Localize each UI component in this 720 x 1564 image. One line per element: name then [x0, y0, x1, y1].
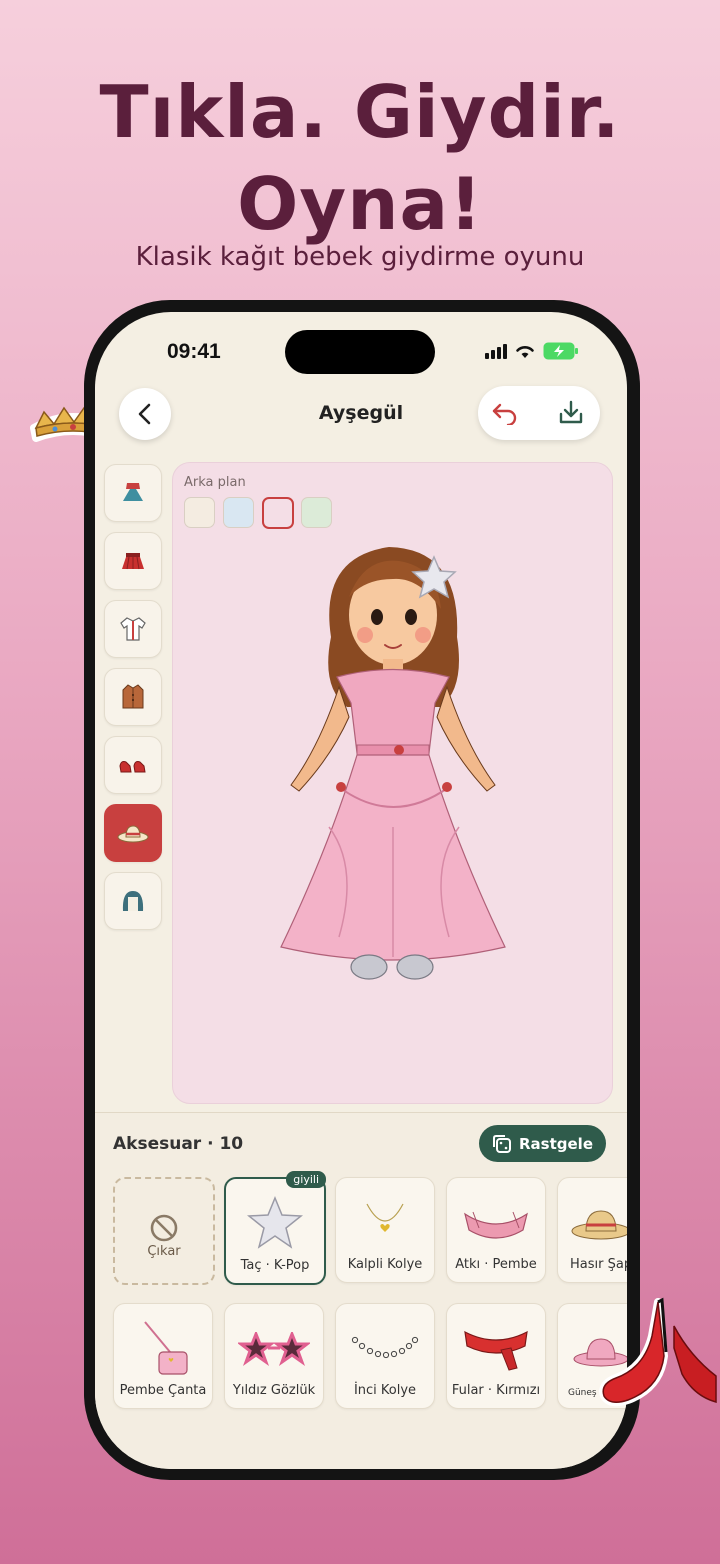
category-shirt[interactable] — [104, 600, 162, 658]
shirt-icon — [120, 617, 146, 641]
undo-button[interactable] — [488, 396, 522, 430]
swatch-cream[interactable] — [184, 497, 215, 528]
dynamic-island — [285, 330, 435, 374]
star-crown-icon — [246, 1196, 304, 1249]
remove-accessory-button[interactable]: Çıkar — [113, 1177, 215, 1285]
subtitle: Klasik kağıt bebek giydirme oyunu — [135, 242, 585, 272]
hat-icon — [117, 825, 149, 843]
straw-hat-icon — [571, 1210, 627, 1240]
download-icon — [559, 400, 583, 424]
pink-bag-icon — [144, 1321, 188, 1375]
wifi-icon — [516, 346, 534, 358]
random-label: Rastgele — [519, 1134, 593, 1153]
signal-icon — [485, 343, 507, 359]
accessory-tile[interactable]: Fular · Kırmızı — [446, 1303, 546, 1409]
worn-badge: giyili — [286, 1171, 326, 1188]
shoes-icon — [119, 761, 146, 773]
accessory-label: Pembe Çanta — [119, 1383, 207, 1398]
accessory-tile[interactable]: Atkı · Pembe — [446, 1177, 546, 1283]
category-dress[interactable] — [104, 464, 162, 522]
red-heels-sticker-icon — [599, 1297, 717, 1407]
status-time: 09:41 — [167, 340, 221, 363]
battery-icon — [543, 342, 578, 360]
red-scarf-icon — [464, 1330, 528, 1371]
status-icons — [485, 342, 579, 360]
pearl-necklace-icon — [351, 1336, 419, 1359]
app-screen: 09:41 Ayşegül Arka plan Aksesuar · 10 Ra… — [95, 312, 627, 1469]
paper-doll[interactable] — [269, 527, 519, 997]
accessory-label: İnci Kolye — [353, 1383, 417, 1398]
star-glasses-icon — [238, 1332, 310, 1366]
hair-icon — [122, 891, 144, 911]
accessory-title: Aksesuar · 10 — [113, 1134, 244, 1154]
dress-icon — [123, 483, 143, 501]
remove-icon — [150, 1214, 178, 1242]
undo-icon — [492, 403, 517, 425]
background-label: Arka plan — [184, 475, 246, 490]
accessory-label: Hasır Şapka — [570, 1257, 627, 1272]
accessory-label: Atkı · Pembe — [455, 1257, 537, 1272]
action-pill — [478, 386, 600, 440]
accessory-label: Taç · K-Pop — [240, 1258, 310, 1273]
accessory-tile[interactable]: giyili Taç · K-Pop — [224, 1171, 326, 1285]
accessory-label: Kalpli Kolye — [347, 1257, 423, 1272]
headline-line-1: Tıkla. Giydir. — [99, 70, 621, 154]
accessory-tile[interactable]: Hasır Şapka — [557, 1177, 627, 1283]
accessory-label: Fular · Kırmızı — [451, 1383, 541, 1398]
heart-necklace-icon — [366, 1203, 404, 1232]
download-button[interactable] — [554, 396, 588, 430]
accessory-tile[interactable]: Pembe Çanta — [113, 1303, 213, 1409]
accessory-tile[interactable]: Kalpli Kolye — [335, 1177, 435, 1283]
category-hat[interactable] — [104, 804, 162, 862]
swatch-pink-selected[interactable] — [262, 497, 294, 529]
remove-label: Çıkar — [147, 1244, 181, 1259]
category-hair[interactable] — [104, 872, 162, 930]
skirt-icon — [122, 553, 144, 570]
headline-line-2: Oyna! — [237, 162, 483, 246]
random-button[interactable]: Rastgele — [479, 1125, 606, 1162]
dice-icon — [493, 1134, 511, 1153]
swatch-green[interactable] — [301, 497, 332, 528]
accessory-panel: Aksesuar · 10 Rastgele Çıkar giyili Taç … — [95, 1112, 627, 1469]
doll-canvas: Arka plan — [172, 462, 613, 1104]
headline: Tıkla. Giydir. Oyna! — [0, 66, 720, 250]
accessory-tile[interactable]: Yıldız Gözlük — [224, 1303, 324, 1409]
accessory-tile[interactable]: İnci Kolye — [335, 1303, 435, 1409]
category-shoes[interactable] — [104, 736, 162, 794]
category-skirt[interactable] — [104, 532, 162, 590]
accessory-label: Yıldız Gözlük — [232, 1383, 316, 1398]
category-coat[interactable] — [104, 668, 162, 726]
coat-icon — [122, 684, 144, 709]
pink-scarf-icon — [464, 1211, 528, 1239]
swatch-blue[interactable] — [223, 497, 254, 528]
